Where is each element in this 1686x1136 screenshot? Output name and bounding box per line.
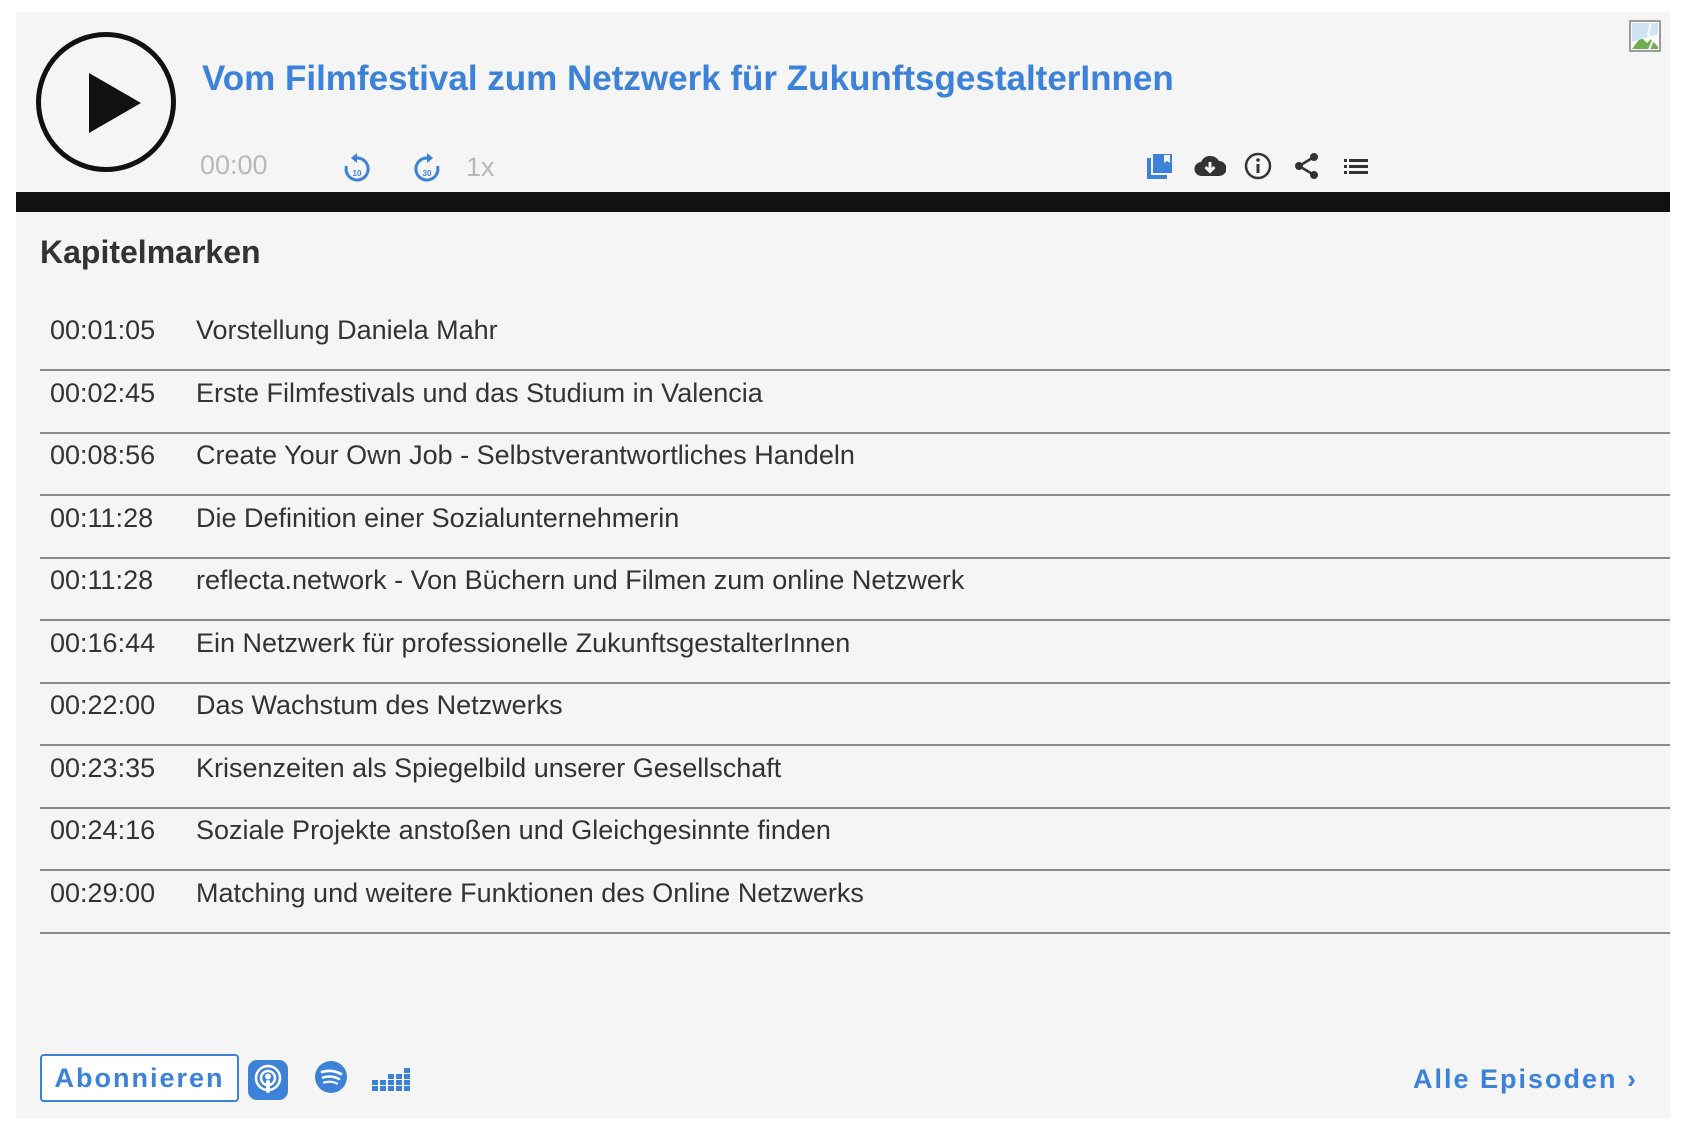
- rewind-seconds: 10: [353, 169, 362, 178]
- chapter-time: 00:24:16: [50, 815, 156, 845]
- chapter-time: 00:23:35: [50, 752, 156, 783]
- progress-bar[interactable]: [16, 192, 1670, 212]
- podcast-player: Vom Filmfestival zum Netzwerk für Zukunf…: [16, 12, 1670, 1118]
- chapters-heading: Kapitelmarken: [40, 234, 261, 270]
- chapter-title: Die Definition einer Sozialunternehmerin: [196, 502, 680, 533]
- chapter-title: reflecta.network - Von Büchern und Filme…: [196, 565, 965, 595]
- chapter-time: 00:16:44: [50, 627, 156, 658]
- chapter-item[interactable]: 00:24:16 Soziale Projekte anstoßen und Gl…: [40, 810, 1670, 871]
- spotify-icon[interactable]: [314, 1060, 348, 1094]
- share-icon[interactable]: [1293, 152, 1321, 180]
- chapter-list: 00:01:05 Vorstellung Daniela Mahr 00:02:4…: [40, 310, 1670, 935]
- chapter-time: 00:11:28: [50, 502, 154, 533]
- chapter-title: Erste Filmfestivals und das Studium in V…: [196, 377, 763, 408]
- chapter-item[interactable]: 00:23:35 Krisenzeiten als Spiegelbild uns…: [40, 748, 1670, 809]
- chapter-item[interactable]: 00:02:45 Erste Filmfestivals und das Stud…: [40, 373, 1670, 434]
- broken-image-icon: [1629, 20, 1661, 52]
- play-icon: [89, 73, 141, 133]
- current-time: 00:00: [200, 150, 268, 180]
- chapter-item[interactable]: 00:01:05 Vorstellung Daniela Mahr: [40, 310, 1670, 371]
- info-icon[interactable]: [1244, 152, 1272, 180]
- chapters-icon[interactable]: [1146, 152, 1174, 180]
- rewind-10-icon[interactable]: 10: [342, 152, 372, 184]
- all-episodes-link[interactable]: Alle Episoden ›: [1413, 1064, 1638, 1095]
- chapter-item[interactable]: 00:22:00 Das Wachstum des Netzwerks: [40, 685, 1670, 746]
- download-icon[interactable]: [1194, 152, 1226, 180]
- chapter-title: Matching und weitere Funktionen des Onli…: [196, 877, 864, 908]
- chapter-time: 00:22:00: [50, 690, 156, 720]
- chapter-title: Das Wachstum des Netzwerks: [196, 690, 563, 720]
- chapter-title: Soziale Projekte anstoßen und Gleichgesi…: [196, 815, 831, 845]
- speed-button[interactable]: 1x: [466, 152, 495, 183]
- chapter-time: 00:29:00: [50, 877, 156, 908]
- chapter-time: 00:02:45: [50, 377, 156, 408]
- subscribe-button[interactable]: Abonnieren: [40, 1054, 239, 1102]
- chapter-title: Krisenzeiten als Spiegelbild unserer Ges…: [196, 752, 782, 783]
- chapter-item[interactable]: 00:11:28 Die Definition einer Sozialunter…: [40, 498, 1670, 559]
- forward-30-icon[interactable]: 30: [412, 152, 442, 184]
- chapter-item[interactable]: 00:29:00 Matching und weitere Funktionen …: [40, 873, 1670, 934]
- chapter-time: 00:08:56: [50, 440, 156, 470]
- chapter-title: Create Your Own Job - Selbstverantwortli…: [196, 440, 855, 470]
- forward-seconds: 30: [423, 169, 432, 178]
- deezer-icon[interactable]: [372, 1066, 412, 1092]
- chapter-time: 00:01:05: [50, 315, 156, 345]
- chapter-item[interactable]: 00:16:44 Ein Netzwerk für professionelle …: [40, 623, 1670, 684]
- play-button[interactable]: [36, 32, 176, 172]
- playlist-icon[interactable]: [1342, 152, 1370, 180]
- chapter-title: Ein Netzwerk für professionelle Zukunfts…: [196, 627, 851, 658]
- chapter-time: 00:11:28: [50, 565, 154, 595]
- chapter-item[interactable]: 00:08:56 Create Your Own Job - Selbstvera…: [40, 435, 1670, 496]
- chapter-item[interactable]: 00:11:28 reflecta.network - Von Büchern u…: [40, 560, 1670, 621]
- chapter-title: Vorstellung Daniela Mahr: [196, 315, 498, 345]
- apple-podcasts-icon[interactable]: [248, 1060, 288, 1100]
- episode-title[interactable]: Vom Filmfestival zum Netzwerk für Zukunf…: [202, 58, 1174, 100]
